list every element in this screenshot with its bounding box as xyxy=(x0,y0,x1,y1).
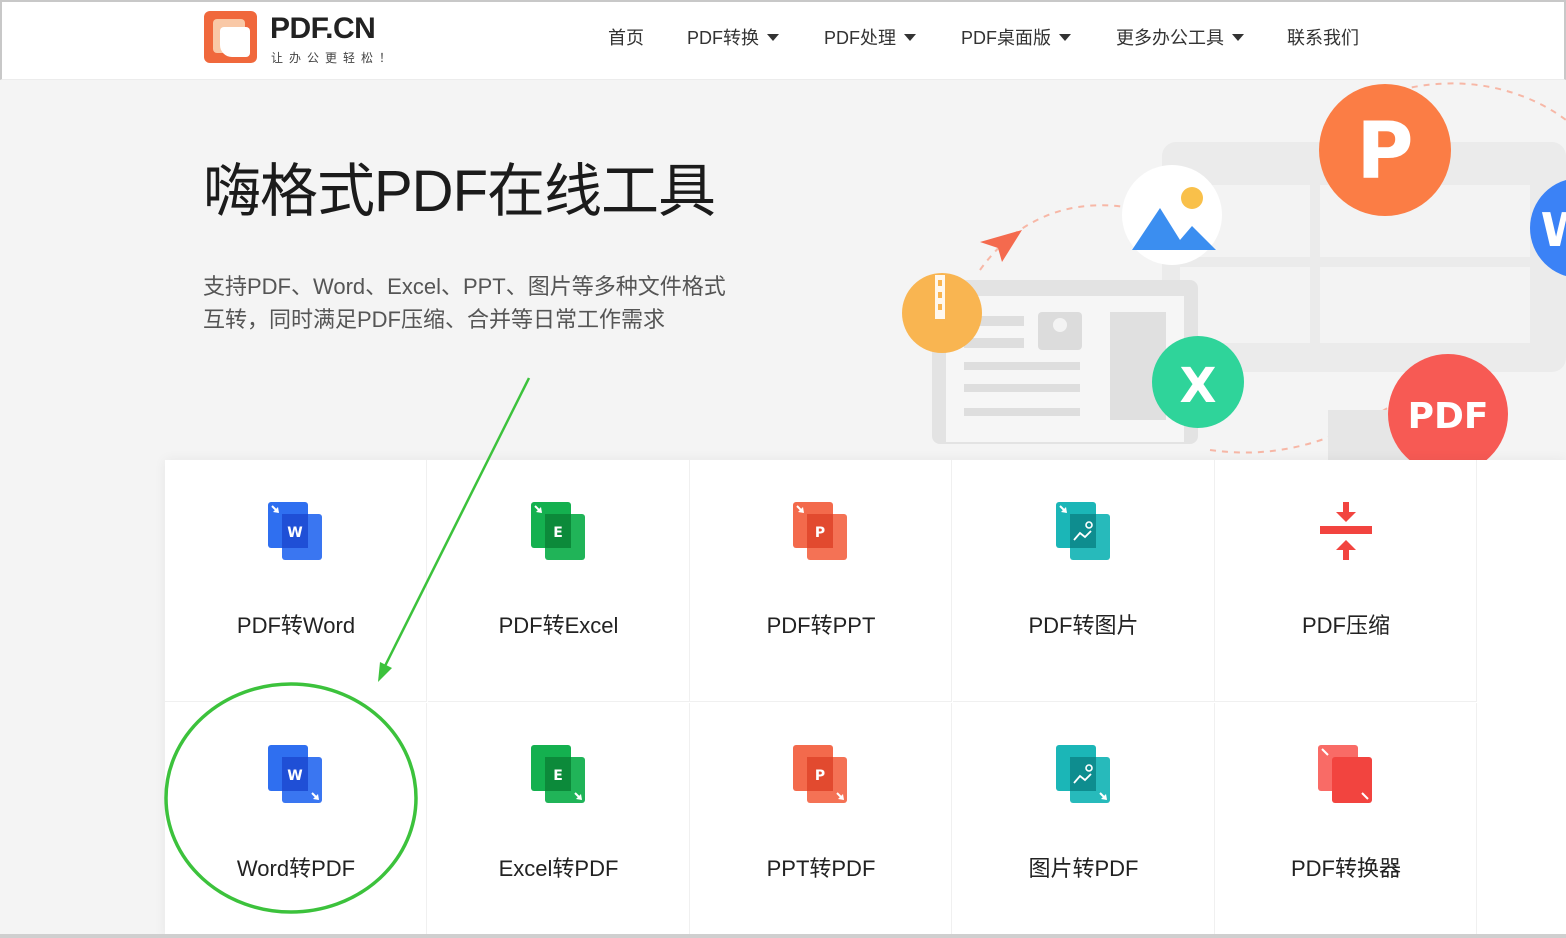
image-doc-icon xyxy=(1055,502,1110,560)
tool-card-ppt-doc[interactable]: P PDF转PPT xyxy=(690,460,952,702)
nav-home[interactable]: 首页 xyxy=(608,24,644,50)
pdf-converter-icon xyxy=(1318,745,1372,803)
tool-label: PPT转PDF xyxy=(766,856,876,881)
svg-text:P: P xyxy=(815,768,825,784)
caret-down-icon xyxy=(1059,33,1071,41)
tool-label: PDF压缩 xyxy=(1301,613,1390,638)
pdf-badge-icon: PDF xyxy=(1408,396,1489,437)
tool-label: Excel转PDF xyxy=(498,856,619,881)
tool-card-image-to-pdf[interactable]: 图片转PDF xyxy=(953,703,1215,938)
main-nav: 首页 PDF转换 PDF处理 PDF桌面版 更多办公工具 联系我们 xyxy=(2,24,1566,50)
image-to-pdf-icon xyxy=(1055,745,1110,803)
ppt-doc-icon: P xyxy=(793,502,847,560)
svg-text:W: W xyxy=(287,525,302,541)
hero-description: 支持PDF、Word、Excel、PPT、图片等多种文件格式 互转，同时满足PD… xyxy=(203,274,726,332)
hero-illustration: X P PDF W xyxy=(902,82,1566,460)
tool-label: Word转PDF xyxy=(236,856,356,881)
tool-label: PDF转PPT xyxy=(766,613,876,638)
tool-card-word-doc[interactable]: W PDF转Word xyxy=(165,460,427,702)
nav-contact[interactable]: 联系我们 xyxy=(1287,24,1359,50)
word-badge-icon: W xyxy=(1541,203,1566,257)
tool-card-compress[interactable]: PDF压缩 xyxy=(1215,460,1477,702)
word-doc-icon: W xyxy=(268,502,322,560)
nav-pdf-convert[interactable]: PDF转换 xyxy=(687,24,779,50)
tool-card-ppt-to-pdf[interactable]: P PPT转PDF xyxy=(690,703,952,938)
svg-text:E: E xyxy=(553,525,563,541)
logo-slogan: 让办公更轻松！ xyxy=(271,51,398,65)
tool-label: PDF转换器 xyxy=(1290,856,1401,881)
excel-badge-icon: X xyxy=(1179,358,1216,414)
tool-label: PDF转Excel xyxy=(498,613,619,638)
caret-down-icon xyxy=(1232,33,1244,41)
svg-text:E: E xyxy=(553,768,563,784)
tools-grid: W PDF转Word E PDF转Excel P PDF转PPT PDF转图片 PDF压缩 W W… xyxy=(165,460,1566,938)
nav-pdf-desktop[interactable]: PDF桌面版 xyxy=(961,24,1071,50)
hero-banner: 嗨格式PDF在线工具 支持PDF、Word、Excel、PPT、图片等多种文件格… xyxy=(0,80,1566,460)
compress-icon xyxy=(1320,502,1372,560)
excel-to-pdf-icon: E xyxy=(530,745,585,803)
caret-down-icon xyxy=(767,33,779,41)
ppt-to-pdf-icon: P xyxy=(793,745,847,803)
tool-card-excel-to-pdf[interactable]: E Excel转PDF xyxy=(428,703,690,938)
caret-down-icon xyxy=(904,33,916,41)
hero-title: 嗨格式PDF在线工具 xyxy=(203,159,716,224)
tool-card-image-doc[interactable]: PDF转图片 xyxy=(952,460,1215,702)
svg-text:W: W xyxy=(287,768,302,784)
bottom-scrollbar-track xyxy=(0,934,1566,938)
tool-card-excel-doc[interactable]: E PDF转Excel xyxy=(427,460,690,702)
excel-doc-icon: E xyxy=(530,502,585,560)
top-header: PDF.CN 让办公更轻松！ 首页 PDF转换 PDF处理 PDF桌面版 更多办… xyxy=(0,0,1566,80)
nav-pdf-process[interactable]: PDF处理 xyxy=(824,24,916,50)
nav-more-tools[interactable]: 更多办公工具 xyxy=(1116,24,1244,50)
tool-card-word-to-pdf[interactable]: W Word转PDF xyxy=(165,703,427,938)
svg-text:P: P xyxy=(815,525,825,541)
tool-card-pdf-converter[interactable]: PDF转换器 xyxy=(1215,703,1477,938)
tool-label: PDF转图片 xyxy=(1028,613,1139,638)
word-to-pdf-icon: W xyxy=(268,745,322,803)
tool-label: 图片转PDF xyxy=(1028,856,1139,881)
tool-label: PDF转Word xyxy=(236,613,356,638)
ppt-badge-icon: P xyxy=(1356,107,1413,197)
